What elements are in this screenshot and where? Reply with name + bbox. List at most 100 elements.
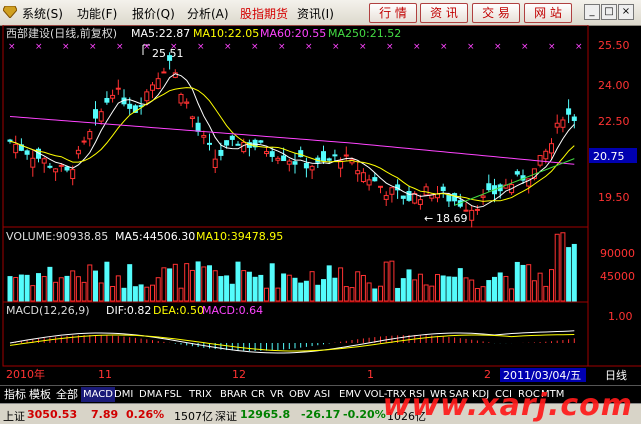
tab-vr[interactable]: VR: [268, 387, 286, 402]
volume-bar: [486, 280, 492, 302]
app-logo-icon: [3, 6, 17, 18]
candle: [560, 119, 566, 128]
candle: [332, 154, 338, 157]
sh-index-label: 上证: [3, 410, 25, 423]
candle: [241, 141, 247, 153]
event-marker-icon[interactable]: ×: [35, 42, 43, 52]
tab--[interactable]: 指标: [2, 387, 28, 402]
tab-cr[interactable]: CR: [249, 387, 267, 402]
event-marker-icon[interactable]: ×: [548, 42, 556, 52]
event-marker-icon[interactable]: ×: [332, 42, 340, 52]
volume-bar: [509, 288, 515, 302]
volume-bar: [189, 269, 195, 302]
news-button[interactable]: 资 讯: [420, 3, 468, 23]
menu-system[interactable]: 系统(S): [22, 5, 63, 22]
event-marker-icon[interactable]: ×: [359, 42, 367, 52]
volume-bar: [338, 267, 344, 302]
candle: [326, 158, 332, 161]
event-marker-icon[interactable]: ×: [89, 42, 97, 52]
menu-info[interactable]: 资讯(I): [297, 5, 334, 22]
kline-chart[interactable]: 25.50 24.00 22.50 20.75 19.50 西部建设(日线,前复…: [0, 25, 641, 385]
event-marker-icon[interactable]: ×: [440, 42, 448, 52]
event-marker-icon[interactable]: ×: [278, 42, 286, 52]
tab-obv[interactable]: OBV: [287, 387, 312, 402]
event-marker-icon[interactable]: ×: [386, 42, 394, 52]
menu-quote[interactable]: 报价(Q): [132, 5, 175, 22]
candle: [184, 101, 190, 104]
event-marker-icon[interactable]: ×: [170, 42, 178, 52]
volume-bar: [514, 261, 520, 302]
candle: [47, 165, 53, 168]
maximize-icon[interactable]: □: [601, 4, 617, 20]
volume-bar: [400, 278, 406, 302]
candle: [372, 177, 378, 182]
chart-marks: × × × × × × × × × × × × × × × × × × × × × ×: [7, 42, 583, 354]
menu-index-futures[interactable]: 股指期货: [240, 5, 288, 22]
candle: [155, 78, 161, 90]
volume-bar: [463, 277, 469, 302]
volume-bar: [549, 269, 554, 302]
volume-bar: [178, 287, 184, 302]
event-marker-icon[interactable]: ×: [197, 42, 205, 52]
watermark-logo: www.xarj.com: [382, 388, 633, 423]
candle: [446, 194, 452, 202]
event-marker-icon[interactable]: ×: [8, 42, 16, 52]
event-marker-icon[interactable]: ×: [494, 42, 502, 52]
trade-button[interactable]: 交 易: [472, 3, 520, 23]
event-marker-icon[interactable]: ×: [251, 42, 259, 52]
volume-bar: [366, 282, 372, 302]
event-marker-icon[interactable]: ×: [305, 42, 313, 52]
ma250-line: [454, 158, 575, 206]
tab-brar[interactable]: BRAR: [218, 387, 249, 402]
candle: [201, 135, 207, 138]
volume-bar: [144, 286, 150, 302]
tab-trix[interactable]: TRIX: [187, 387, 214, 402]
quote-button[interactable]: 行 情: [369, 3, 417, 23]
close-icon[interactable]: ×: [618, 4, 634, 20]
tab-asi[interactable]: ASI: [312, 387, 332, 402]
tab--[interactable]: 模板: [27, 387, 53, 402]
volume-bar: [429, 285, 435, 302]
volume-bar: [161, 267, 167, 302]
event-marker-icon[interactable]: ×: [143, 42, 151, 52]
candle: [93, 109, 98, 119]
candle: [321, 151, 326, 162]
event-marker-icon[interactable]: ×: [62, 42, 70, 52]
macd-axis-label: 1.00: [608, 310, 633, 323]
event-marker-icon[interactable]: ×: [467, 42, 475, 52]
tab-emv[interactable]: EMV: [337, 387, 363, 402]
candle: [549, 143, 554, 154]
tab-dmi[interactable]: DMI: [112, 387, 135, 402]
date-tag: 2011/03/04/五: [503, 369, 581, 382]
menu-function[interactable]: 功能(F): [77, 5, 117, 22]
sz-index-value: 12965.8: [240, 408, 291, 421]
candle: [486, 183, 492, 191]
volume-bar: [355, 271, 361, 302]
website-button[interactable]: 网 站: [524, 3, 572, 23]
tab-macd[interactable]: MACD: [81, 387, 115, 402]
volume-bar: [378, 285, 383, 302]
event-marker-icon[interactable]: ×: [116, 42, 124, 52]
sh-index-change: 7.89: [91, 408, 119, 421]
volume-axis-label: 45000: [600, 270, 635, 283]
volume-bar: [474, 288, 480, 302]
volume-bar: [138, 284, 144, 302]
tab--[interactable]: 全部: [54, 387, 80, 402]
event-marker-icon[interactable]: ×: [521, 42, 529, 52]
volume-bar: [132, 286, 138, 302]
candle: [115, 87, 121, 90]
price-axis-label: 22.50: [598, 115, 630, 128]
volume-bar: [98, 282, 104, 302]
volume-bar: [93, 270, 98, 302]
tab-dma[interactable]: DMA: [137, 387, 164, 402]
event-marker-icon[interactable]: ×: [575, 42, 583, 52]
volume-bar: [24, 274, 30, 302]
event-marker-icon[interactable]: ×: [413, 42, 421, 52]
volume-bar: [58, 277, 64, 302]
chart-canvas[interactable]: 25.50 24.00 22.50 20.75 19.50 西部建设(日线,前复…: [0, 25, 641, 385]
menu-analysis[interactable]: 分析(A): [187, 5, 229, 22]
event-marker-icon[interactable]: ×: [224, 42, 232, 52]
minimize-icon[interactable]: _: [584, 4, 600, 20]
tab-fsl[interactable]: FSL: [162, 387, 184, 402]
candle: [423, 186, 429, 196]
